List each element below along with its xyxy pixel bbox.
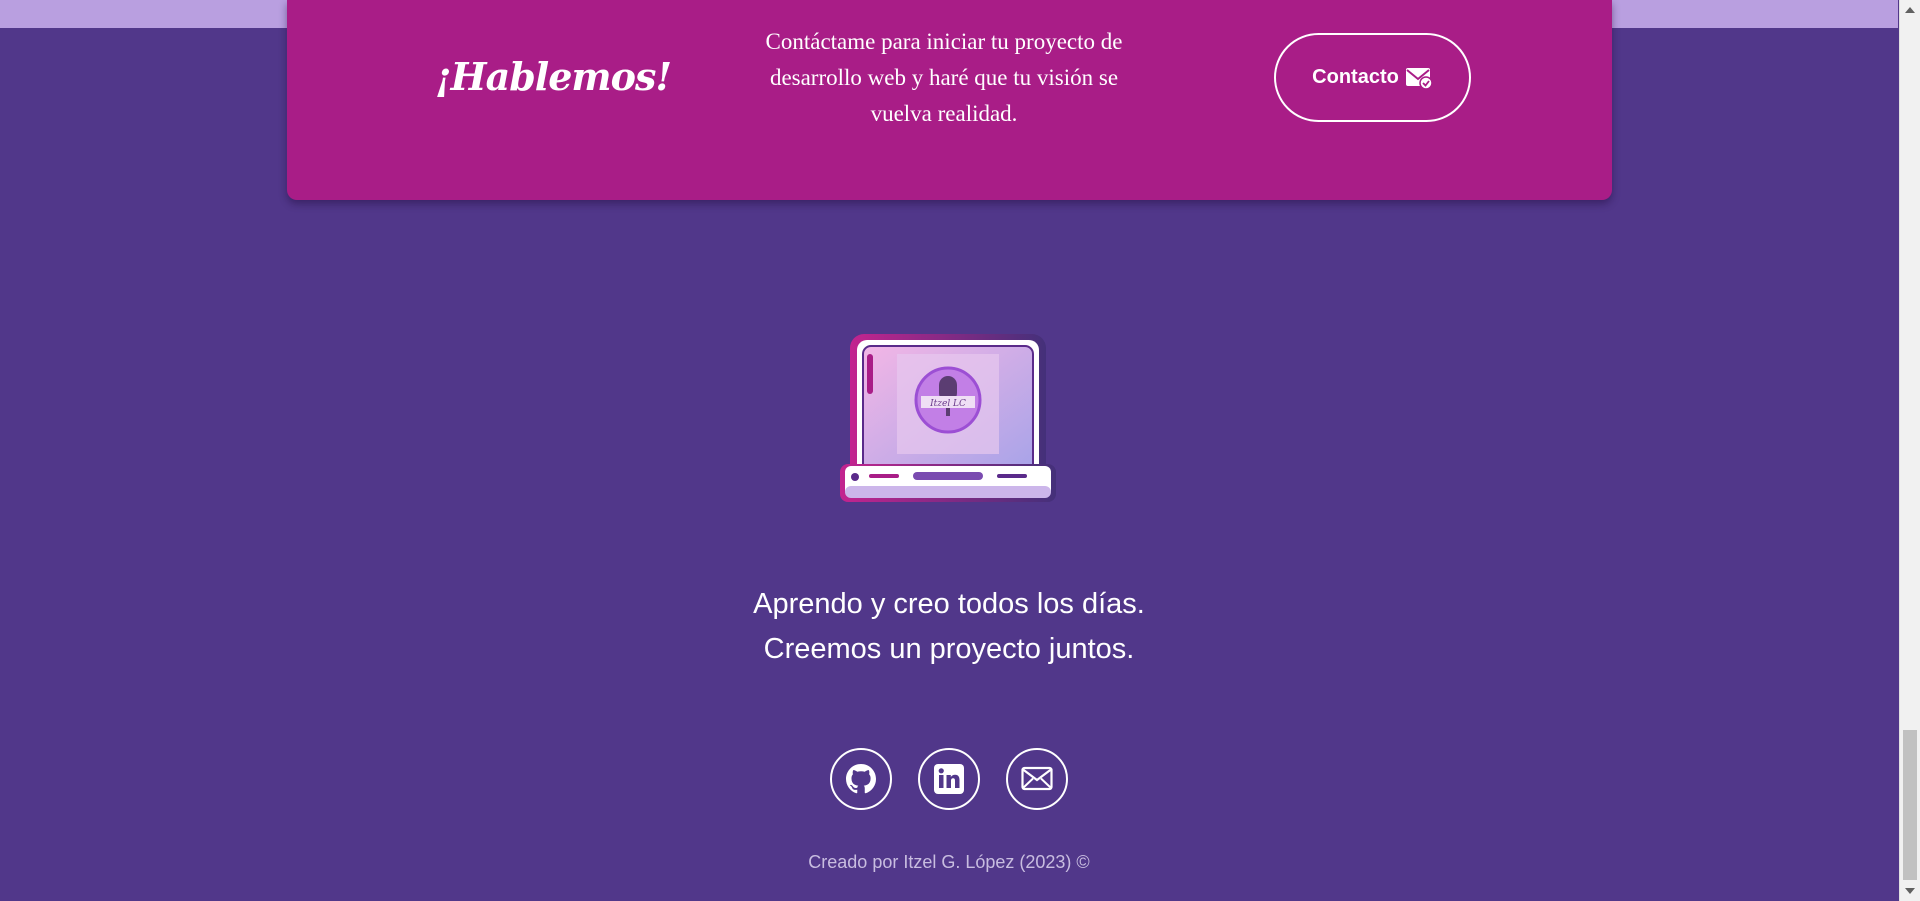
scroll-down-arrow-icon[interactable] (1905, 888, 1915, 894)
contact-button-label: Contacto (1312, 66, 1399, 88)
linkedin-link[interactable] (918, 748, 980, 810)
cta-description: Contáctame para iniciar tu proyecto de d… (765, 29, 1123, 126)
scroll-up-arrow-icon[interactable] (1905, 7, 1915, 13)
contact-button[interactable]: Contacto (1274, 33, 1471, 122)
tagline-line-1: Aprendo y creo todos los días. (753, 588, 1145, 620)
github-link[interactable] (830, 748, 892, 810)
github-icon (846, 764, 876, 794)
email-link[interactable] (1006, 748, 1068, 810)
contact-cta-card: ¡Hablemos! Contáctame para iniciar tu pr… (287, 0, 1612, 200)
scrollbar-thumb[interactable] (1903, 730, 1917, 880)
linkedin-icon (934, 764, 964, 794)
tagline-line-2: Creemos un proyecto juntos. (763, 633, 1135, 665)
screen-logo-text: Itzel LC (929, 399, 966, 409)
vertical-scrollbar[interactable] (1899, 0, 1920, 901)
social-links (830, 748, 1068, 810)
laptop-illustration: Itzel LC (835, 330, 1061, 510)
cta-title: ¡Hablemos! (435, 54, 672, 99)
footer-credit: Creado por Itzel G. López (2023) © (808, 852, 1090, 872)
envelope-check-icon (1405, 67, 1433, 90)
email-icon (1021, 766, 1053, 791)
